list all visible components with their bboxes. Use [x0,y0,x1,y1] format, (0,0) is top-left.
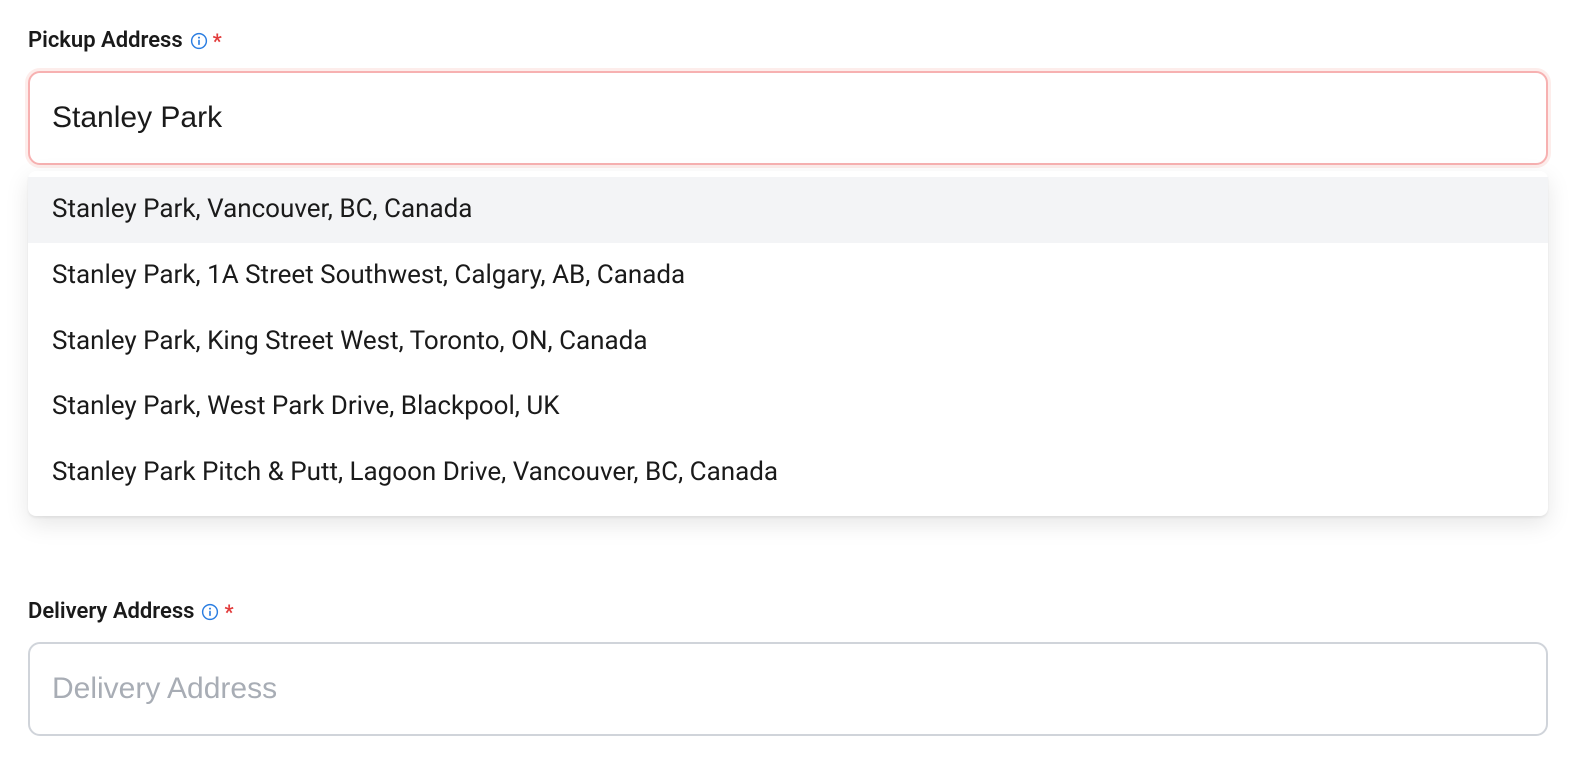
suggestion-item[interactable]: Stanley Park, West Park Drive, Blackpool… [28,374,1548,440]
info-icon[interactable] [200,602,220,622]
suggestion-item[interactable]: Stanley Park, King Street West, Toronto,… [28,309,1548,375]
suggestion-item[interactable]: Stanley Park, 1A Street Southwest, Calga… [28,243,1548,309]
delivery-label-text: Delivery Address [28,599,194,624]
required-marker: * [224,600,233,624]
delivery-address-label: Delivery Address * [28,599,1562,624]
pickup-address-input[interactable] [28,71,1548,165]
info-icon[interactable] [189,31,209,51]
delivery-address-input[interactable] [28,642,1548,736]
suggestion-item[interactable]: Stanley Park Pitch & Putt, Lagoon Drive,… [28,440,1548,506]
pickup-label-text: Pickup Address [28,28,183,53]
pickup-address-label: Pickup Address * [28,28,1562,53]
pickup-address-dropdown: Stanley Park, Vancouver, BC, Canada Stan… [28,171,1548,516]
required-marker: * [213,29,222,53]
suggestion-item[interactable]: Stanley Park, Vancouver, BC, Canada [28,177,1548,243]
